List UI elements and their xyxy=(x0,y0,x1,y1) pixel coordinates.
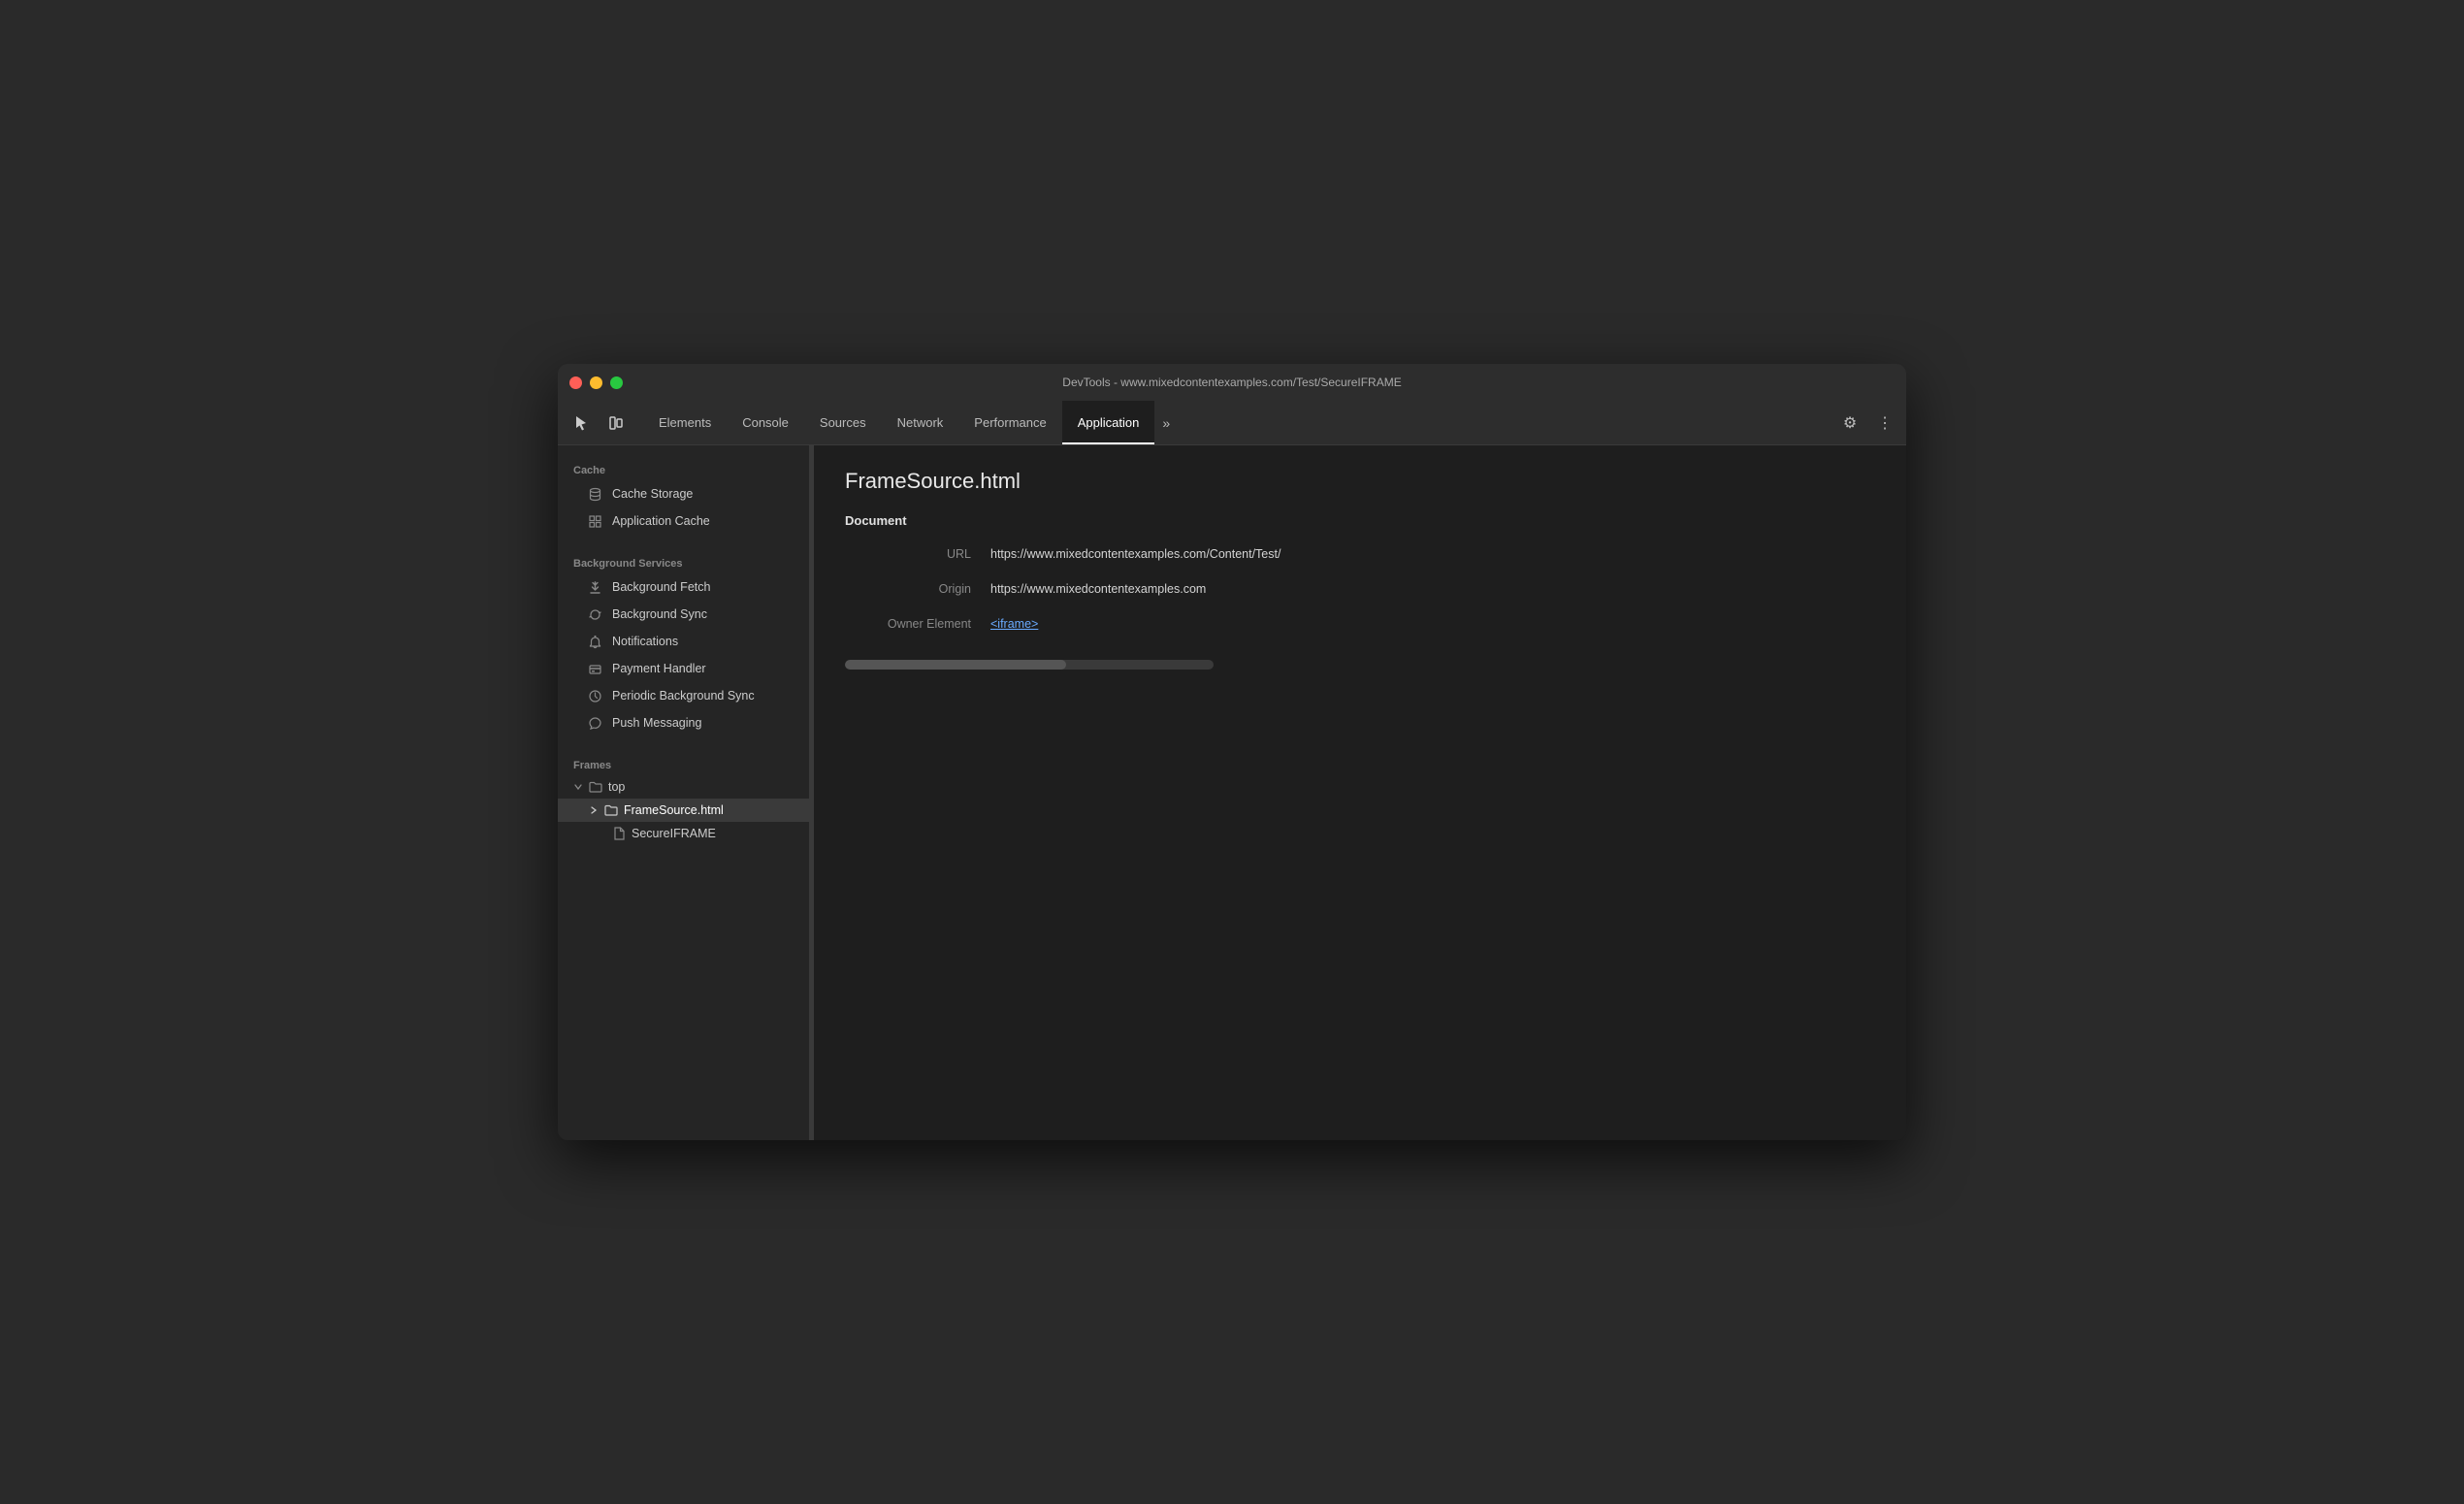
settings-button[interactable]: ⚙ xyxy=(1836,409,1864,437)
sidebar-item-push-messaging[interactable]: Push Messaging xyxy=(558,709,809,736)
cursor-icon-button[interactable] xyxy=(566,408,597,439)
title-bar: DevTools - www.mixedcontentexamples.com/… xyxy=(558,364,1906,401)
notifications-icon xyxy=(587,634,602,649)
background-sync-icon xyxy=(587,606,602,622)
traffic-lights xyxy=(569,376,623,389)
sidebar-item-cache-storage[interactable]: Cache Storage xyxy=(558,480,809,507)
url-label: URL xyxy=(845,547,990,561)
document-section: Document URL https://www.mixedcontentexa… xyxy=(814,513,1906,670)
document-heading: Document xyxy=(845,513,1875,528)
tab-sources[interactable]: Sources xyxy=(804,401,882,444)
origin-row: Origin https://www.mixedcontentexamples.… xyxy=(845,582,1875,596)
sidebar-item-application-cache[interactable]: Application Cache xyxy=(558,507,809,535)
maximize-button[interactable] xyxy=(610,376,623,389)
sidebar-item-payment-handler[interactable]: Payment Handler xyxy=(558,655,809,682)
content-title: FrameSource.html xyxy=(814,445,1906,513)
expand-top-arrow xyxy=(573,783,583,791)
layers-icon-button[interactable] xyxy=(600,408,632,439)
url-row: URL https://www.mixedcontentexamples.com… xyxy=(845,547,1875,561)
sidebar-item-notifications[interactable]: Notifications xyxy=(558,628,809,655)
application-cache-icon xyxy=(587,513,602,529)
toolbar-icons xyxy=(566,408,632,439)
devtools-window: DevTools - www.mixedcontentexamples.com/… xyxy=(558,364,1906,1140)
frames-section-label: Frames xyxy=(558,752,809,775)
progress-bar xyxy=(845,660,1214,670)
toolbar-tabs: Elements Console Sources Network Perform… xyxy=(643,401,1836,444)
tab-application[interactable]: Application xyxy=(1062,401,1155,444)
minimize-button[interactable] xyxy=(590,376,602,389)
window-title: DevTools - www.mixedcontentexamples.com/… xyxy=(1062,376,1401,389)
content-panel: FrameSource.html Document URL https://ww… xyxy=(814,445,1906,1140)
sidebar-item-background-sync[interactable]: Background Sync xyxy=(558,601,809,628)
tab-network[interactable]: Network xyxy=(882,401,959,444)
progress-bar-fill xyxy=(845,660,1066,670)
expand-framesource-arrow xyxy=(589,806,599,814)
close-button[interactable] xyxy=(569,376,582,389)
bg-services-section-label: Background Services xyxy=(558,550,809,573)
payment-handler-icon xyxy=(587,661,602,676)
progress-container xyxy=(845,660,1844,670)
origin-label: Origin xyxy=(845,582,990,596)
framesource-folder-icon xyxy=(604,803,618,817)
url-value: https://www.mixedcontentexamples.com/Con… xyxy=(990,547,1281,561)
background-fetch-icon xyxy=(587,579,602,595)
push-messaging-icon xyxy=(587,715,602,731)
menu-button[interactable]: ⋮ xyxy=(1871,409,1898,437)
sidebar: Cache Cache Storage xyxy=(558,445,810,1140)
cache-section-label: Cache xyxy=(558,457,809,480)
owner-element-row: Owner Element <iframe> xyxy=(845,617,1875,631)
frame-item-framesource[interactable]: FrameSource.html xyxy=(558,799,809,822)
tab-elements[interactable]: Elements xyxy=(643,401,727,444)
secureiframe-file-icon xyxy=(612,827,626,840)
toolbar: Elements Console Sources Network Perform… xyxy=(558,401,1906,445)
tab-performance[interactable]: Performance xyxy=(958,401,1061,444)
periodic-bg-sync-icon xyxy=(587,688,602,703)
frame-item-secureiframe[interactable]: SecureIFRAME xyxy=(558,822,809,845)
frame-item-top[interactable]: top xyxy=(558,775,809,799)
sidebar-item-background-fetch[interactable]: Background Fetch xyxy=(558,573,809,601)
top-folder-icon xyxy=(589,780,602,794)
tab-console[interactable]: Console xyxy=(727,401,804,444)
origin-value: https://www.mixedcontentexamples.com xyxy=(990,582,1206,596)
more-tabs-button[interactable]: » xyxy=(1154,401,1178,444)
toolbar-right: ⚙ ⋮ xyxy=(1836,409,1898,437)
owner-element-value[interactable]: <iframe> xyxy=(990,617,1038,631)
owner-element-label: Owner Element xyxy=(845,617,990,631)
cache-storage-icon xyxy=(587,486,602,502)
sidebar-item-periodic-background-sync[interactable]: Periodic Background Sync xyxy=(558,682,809,709)
main-area: Cache Cache Storage xyxy=(558,445,1906,1140)
